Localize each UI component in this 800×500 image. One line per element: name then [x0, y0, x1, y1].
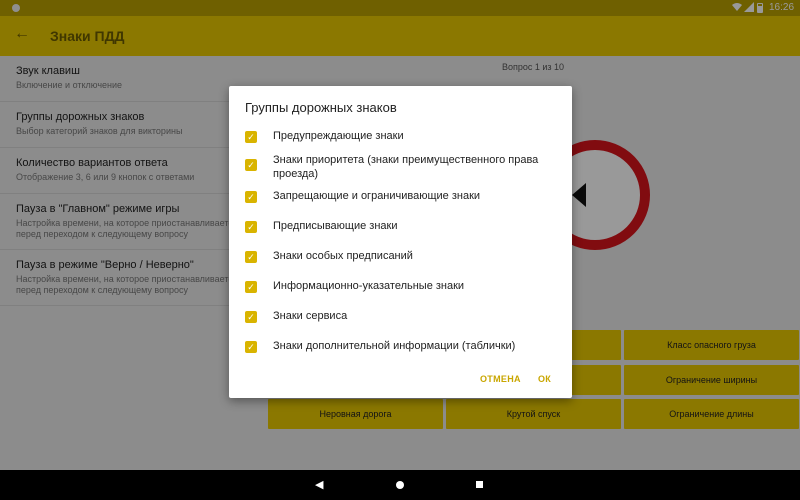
checkbox-checked-icon[interactable]: ✓	[245, 251, 257, 263]
sign-groups-dialog: Группы дорожных знаков ✓ Предупреждающие…	[229, 86, 572, 398]
option-label: Знаки приоритета (знаки преимущественног…	[273, 154, 539, 180]
option-label: Знаки особых предписаний	[273, 250, 413, 262]
option-label: Предписывающие знаки	[273, 220, 398, 232]
option-label: Знаки дополнительной информации (табличк…	[273, 340, 516, 352]
checkbox-checked-icon[interactable]: ✓	[245, 341, 257, 353]
checkbox-checked-icon[interactable]: ✓	[245, 131, 257, 143]
dialog-title: Группы дорожных знаков	[245, 100, 397, 115]
checkbox-checked-icon[interactable]: ✓	[245, 281, 257, 293]
checkbox-checked-icon[interactable]: ✓	[245, 311, 257, 323]
option-label: Запрещающие и ограничивающие знаки	[273, 190, 481, 202]
nav-back-icon[interactable]: ◀	[315, 478, 323, 491]
nav-recents-icon[interactable]	[476, 481, 483, 488]
option-label: Информационно-указательные знаки	[273, 280, 465, 292]
option-label: Знаки сервиса	[273, 310, 348, 322]
ok-button[interactable]: ОК	[538, 374, 551, 384]
checkbox-checked-icon[interactable]: ✓	[245, 159, 257, 171]
nav-home-icon[interactable]	[396, 481, 404, 489]
navigation-bar: ◀	[0, 470, 800, 500]
cancel-button[interactable]: ОТМЕНА	[480, 374, 521, 384]
checkbox-checked-icon[interactable]: ✓	[245, 221, 257, 233]
option-label: Предупреждающие знаки	[273, 130, 404, 142]
checkbox-checked-icon[interactable]: ✓	[245, 191, 257, 203]
